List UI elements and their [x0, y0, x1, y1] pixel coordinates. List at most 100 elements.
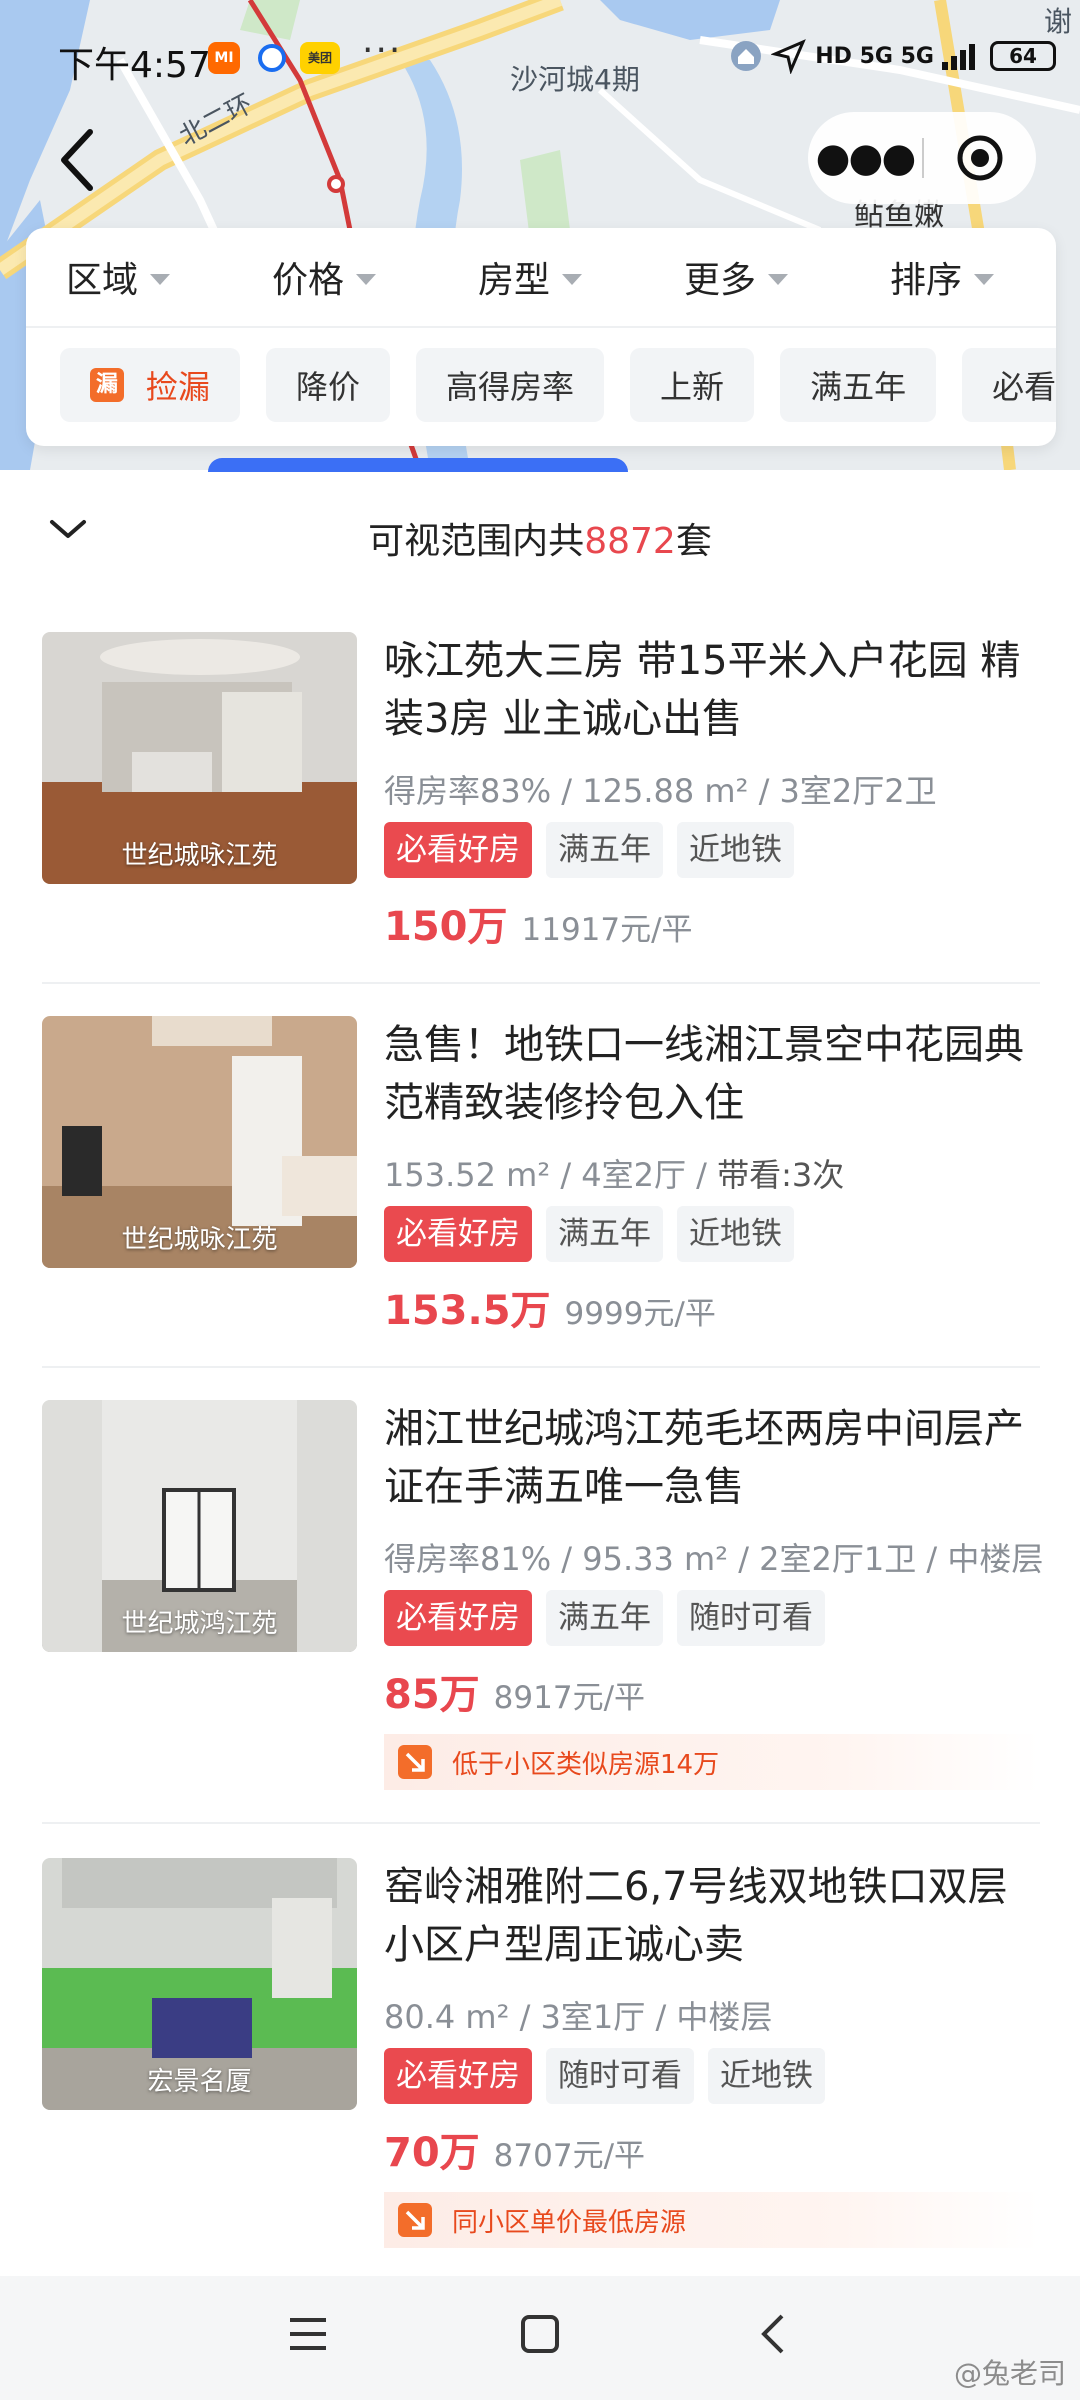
- listing-price: 153.5万: [384, 1288, 551, 1334]
- badge: 近地铁: [677, 822, 794, 878]
- listing-community: 世纪城鸿江苑: [121, 1609, 278, 1639]
- listing-sheet: 可视范围内共8872套 世纪城咏江苑 咏江苑大三房 带15平米入户花园 精装3房…: [0, 472, 1080, 2276]
- caret-down-icon: [562, 273, 583, 285]
- caret-down-icon: [150, 273, 171, 285]
- leak-icon: 漏: [90, 368, 124, 402]
- listing-unit-price: 11917元/平: [521, 912, 693, 948]
- filter-label: 价格: [272, 260, 345, 301]
- filter-label: 更多: [684, 260, 757, 301]
- listing-card[interactable]: 世纪城咏江苑 咏江苑大三房 带15平米入户花园 精装3房 业主诚心出售 得房率8…: [42, 632, 1040, 984]
- sheet-header: 可视范围内共8872套: [0, 472, 1080, 590]
- count-prefix: 可视范围内共: [368, 521, 585, 562]
- listing-community: 宏景名厦: [147, 2067, 252, 2097]
- filter-label: 房型: [478, 260, 551, 301]
- badge-must-see: 必看好房: [384, 822, 532, 878]
- filter-area[interactable]: 区域: [26, 228, 232, 326]
- listing-title[interactable]: 急售！地铁口一线湘江景空中花园典范精致装修拎包入住: [384, 1016, 1040, 1132]
- filter-sort[interactable]: 排序: [850, 228, 1056, 326]
- price-line: 150万 11917元/平: [384, 894, 693, 952]
- listing-card[interactable]: 世纪城鸿江苑 湘江世纪城鸿江苑毛坯两房中间层产证在手满五唯一急售 得房率81% …: [42, 1400, 1044, 1824]
- tag-new[interactable]: 上新: [630, 348, 755, 422]
- count-suffix: 套: [675, 521, 712, 562]
- tag-high-efficiency[interactable]: 高得房率: [416, 348, 605, 422]
- location-arrow-icon: [771, 39, 807, 74]
- filter-row: 区域 价格 房型 更多 排序: [26, 228, 1056, 328]
- network-status: HD 5G 5G: [815, 43, 934, 69]
- tag-five-years[interactable]: 满五年: [780, 348, 937, 422]
- filter-more[interactable]: 更多: [644, 228, 850, 326]
- watermark: @兔老司: [953, 2357, 1066, 2390]
- chevron-left-icon: [61, 129, 93, 191]
- listing-meta: 得房率81% / 95.33 m² / 2室2厅1卫 / 中楼层: [384, 1540, 1044, 1578]
- badge: 满五年: [546, 1206, 663, 1262]
- tag-must-see[interactable]: 必看: [962, 348, 1056, 422]
- status-more-dots-icon: ···: [362, 30, 403, 71]
- status-right-group: HD 5G 5G 64: [729, 38, 1056, 74]
- filter-price[interactable]: 价格: [232, 228, 438, 326]
- listing-unit-price: 8707元/平: [493, 2138, 646, 2174]
- listing-photo[interactable]: 宏景名厦: [42, 1858, 357, 2110]
- tag-label: 高得房率: [446, 368, 575, 406]
- tag-label: 上新: [660, 368, 725, 406]
- mi-app-icon: MI: [208, 42, 240, 74]
- listing-photo[interactable]: 世纪城咏江苑: [42, 632, 357, 884]
- badge: 近地铁: [677, 1206, 794, 1262]
- listing-badges: 必看好房 随时可看 近地铁: [384, 2048, 825, 2104]
- listing-meta: 得房率83% / 125.88 m² / 3室2厅2卫: [384, 772, 937, 810]
- divider: [42, 982, 1040, 984]
- filter-label: 区域: [66, 260, 139, 301]
- listing-insight: 低于小区类似房源14万: [384, 1734, 1040, 1790]
- map-app-icon: [258, 44, 286, 72]
- meta-plain: 153.52 m² / 4室2厅 /: [384, 1156, 718, 1194]
- listing-unit-price: 8917元/平: [493, 1680, 646, 1716]
- listing-photo[interactable]: 世纪城咏江苑: [42, 1016, 357, 1268]
- listing-card[interactable]: 世纪城咏江苑 急售！地铁口一线湘江景空中花园典范精致装修拎包入住 153.52 …: [42, 1016, 1040, 1368]
- badge: 随时可看: [677, 1590, 825, 1646]
- target-icon[interactable]: [924, 134, 1036, 182]
- battery-icon: 64: [990, 41, 1056, 71]
- status-time: 下午4:57: [58, 45, 211, 86]
- trend-down-icon: [398, 1745, 432, 1779]
- tag-label: 必看: [992, 368, 1056, 406]
- listing-title[interactable]: 窑岭湘雅附二6,7号线双地铁口双层小区户型周正诚心卖: [384, 1858, 1040, 1974]
- more-dots-icon[interactable]: ●●●: [808, 138, 922, 178]
- menu-icon[interactable]: [286, 2312, 330, 2356]
- divider: [42, 1822, 1040, 1824]
- status-bar: 下午4:57 MI 美团 ··· HD 5G 5G 64: [0, 0, 1080, 110]
- listing-price: 150万: [384, 904, 508, 950]
- badge: 近地铁: [708, 2048, 825, 2104]
- badge-must-see: 必看好房: [384, 1590, 532, 1646]
- listing-badges: 必看好房 满五年 近地铁: [384, 822, 794, 878]
- back-button[interactable]: [50, 120, 110, 200]
- filter-layout[interactable]: 房型: [438, 228, 644, 326]
- listing-card[interactable]: 宏景名厦 窑岭湘雅附二6,7号线双地铁口双层小区户型周正诚心卖 80.4 m² …: [42, 1858, 1040, 2268]
- listing-community: 世纪城咏江苑: [121, 1225, 278, 1255]
- listing-insight: 同小区单价最低房源: [384, 2192, 1040, 2248]
- caret-down-icon: [974, 273, 995, 285]
- insight-text: 同小区单价最低房源: [452, 2207, 687, 2238]
- mini-program-capsule: ●●●: [808, 112, 1036, 204]
- listing-photo[interactable]: 世纪城鸿江苑: [42, 1400, 357, 1652]
- listing-badges: 必看好房 满五年 近地铁: [384, 1206, 794, 1262]
- badge: 满五年: [546, 1590, 663, 1646]
- home-square-icon[interactable]: [518, 2312, 562, 2356]
- tag-label: 降价: [296, 368, 361, 406]
- home-pin-icon: [731, 41, 762, 71]
- listing-title[interactable]: 咏江苑大三房 带15平米入户花园 精装3房 业主诚心出售: [384, 632, 1040, 748]
- badge-must-see: 必看好房: [384, 1206, 532, 1262]
- back-chevron-icon[interactable]: [752, 2312, 796, 2356]
- badge-must-see: 必看好房: [384, 2048, 532, 2104]
- caret-down-icon: [768, 273, 789, 285]
- listing-title[interactable]: 湘江世纪城鸿江苑毛坯两房中间层产证在手满五唯一急售: [384, 1400, 1040, 1516]
- tag-bargain[interactable]: 漏捡漏: [60, 348, 241, 422]
- price-line: 153.5万 9999元/平: [384, 1278, 716, 1336]
- listing-meta: 80.4 m² / 3室1厅 / 中楼层: [384, 1998, 773, 2036]
- tag-price-drop[interactable]: 降价: [266, 348, 391, 422]
- price-line: 70万 8707元/平: [384, 2120, 645, 2178]
- badge: 随时可看: [546, 2048, 694, 2104]
- result-count: 可视范围内共8872套: [0, 512, 1080, 564]
- meta-viewings: 带看:3次: [717, 1156, 845, 1194]
- caret-down-icon: [356, 273, 377, 285]
- insight-text: 低于小区类似房源14万: [452, 1749, 720, 1780]
- tag-label: 满五年: [810, 368, 907, 406]
